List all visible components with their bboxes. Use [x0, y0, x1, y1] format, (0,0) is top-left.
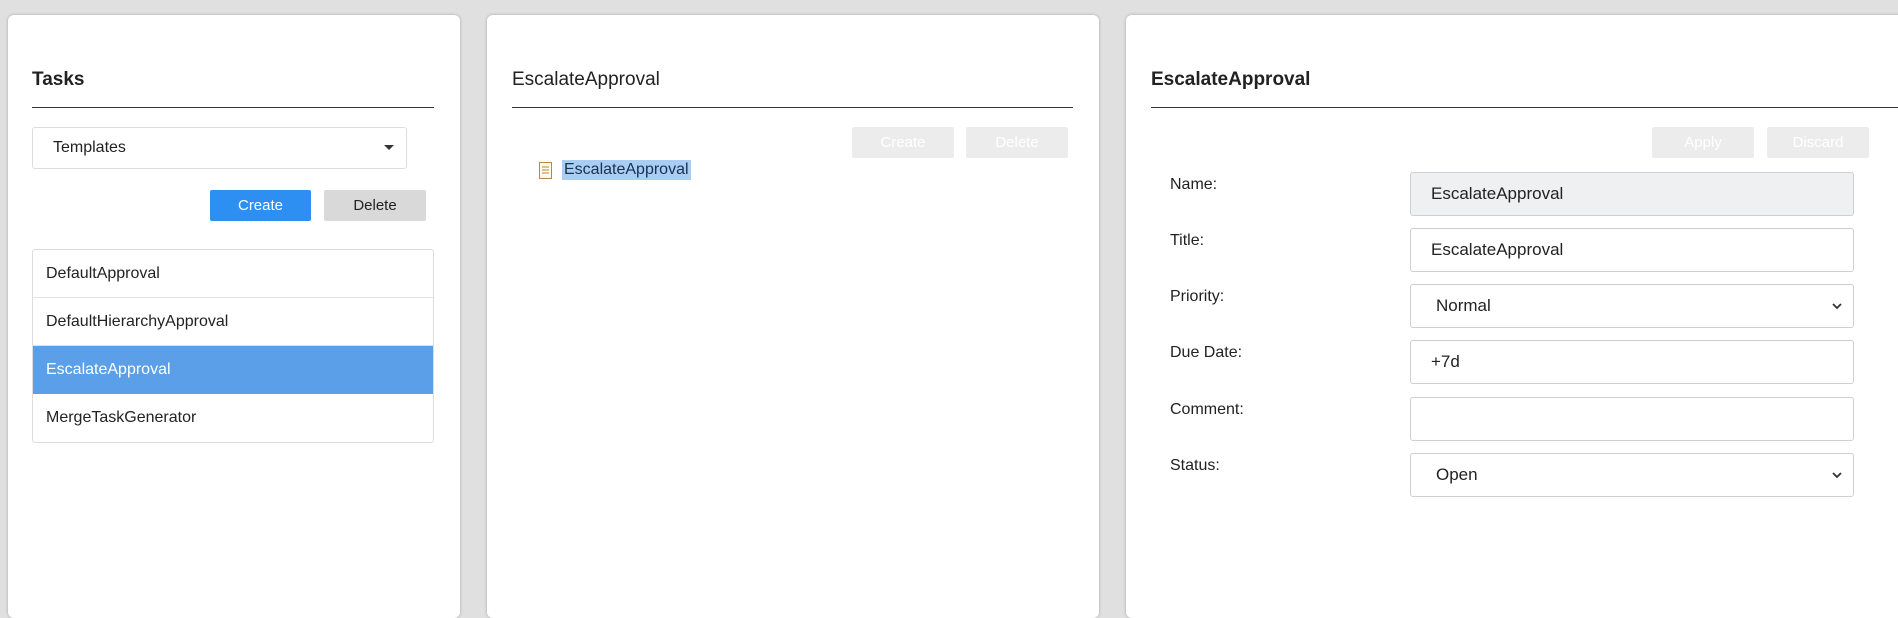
detail-panel: EscalateApproval Apply Discard Name: Esc…	[1126, 15, 1898, 618]
caret-down-icon	[384, 145, 394, 150]
tasks-title: Tasks	[32, 69, 85, 90]
discard-button[interactable]: Discard	[1767, 127, 1869, 158]
tree-node[interactable]: EscalateApproval	[539, 160, 691, 180]
status-label: Status:	[1170, 457, 1220, 474]
tree-delete-button[interactable]: Delete	[966, 127, 1068, 158]
task-list: DefaultApproval DefaultHierarchyApproval…	[32, 249, 434, 443]
title-field[interactable]: EscalateApproval	[1410, 228, 1854, 272]
priority-select[interactable]: Normal	[1410, 284, 1854, 328]
due-date-label: Due Date:	[1170, 344, 1243, 361]
list-item[interactable]: EscalateApproval	[33, 346, 433, 394]
priority-label: Priority:	[1170, 288, 1225, 305]
title-label: Title:	[1170, 232, 1205, 249]
tree-node-label: EscalateApproval	[562, 160, 691, 180]
status-select[interactable]: Open	[1410, 453, 1854, 497]
detail-title: EscalateApproval	[1151, 69, 1311, 90]
list-item[interactable]: DefaultHierarchyApproval	[33, 298, 433, 346]
comment-label: Comment:	[1170, 401, 1244, 418]
comment-field[interactable]	[1410, 397, 1854, 441]
chevron-down-icon	[1832, 472, 1842, 479]
document-icon	[539, 161, 552, 179]
tasks-divider	[32, 107, 434, 108]
priority-value: Normal	[1436, 296, 1491, 315]
template-filter-value: Templates	[53, 139, 126, 156]
status-value: Open	[1436, 465, 1478, 484]
apply-button[interactable]: Apply	[1652, 127, 1754, 158]
due-date-field[interactable]: +7d	[1410, 340, 1854, 384]
tree-create-button[interactable]: Create	[852, 127, 954, 158]
detail-divider	[1151, 107, 1898, 108]
delete-task-button[interactable]: Delete	[324, 190, 426, 221]
create-task-button[interactable]: Create	[210, 190, 311, 221]
list-item[interactable]: DefaultApproval	[33, 250, 433, 298]
tree-panel: EscalateApproval Create Delete EscalateA…	[487, 15, 1099, 618]
name-field: EscalateApproval	[1410, 172, 1854, 216]
chevron-down-icon	[1832, 303, 1842, 310]
list-item[interactable]: MergeTaskGenerator	[33, 394, 433, 442]
tree-title: EscalateApproval	[512, 69, 660, 90]
tree-divider	[512, 107, 1073, 108]
name-label: Name:	[1170, 176, 1218, 193]
tasks-panel: Tasks Templates Create Delete DefaultApp…	[8, 15, 460, 618]
template-filter-select[interactable]: Templates	[32, 127, 407, 169]
